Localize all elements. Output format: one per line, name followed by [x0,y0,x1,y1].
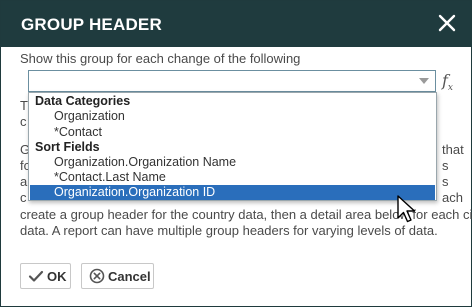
dialog-titlebar: GROUP HEADER [1,1,471,47]
group-field-select[interactable] [28,70,436,92]
field-dropdown-list: Data Categories Organization *Contact So… [28,92,437,201]
help-text-line: data. A report can have multiple group h… [20,223,438,238]
help-text-line: s [442,158,449,173]
close-icon[interactable] [437,13,457,33]
cancel-button-label: Cancel [108,269,151,284]
help-text-line: a [20,174,28,189]
dropdown-option-contact-last-name[interactable]: *Contact.Last Name [30,170,435,185]
dropdown-option-organization-id[interactable]: Organization.Organization ID [30,185,435,200]
group-prompt-label: Show this group for each change of the f… [20,51,301,66]
group-header-dialog: GROUP HEADER Show this group for each ch… [0,0,472,307]
dropdown-option-contact[interactable]: *Contact [30,125,435,140]
dropdown-option-organization-name[interactable]: Organization.Organization Name [30,155,435,170]
help-text-line: T [20,98,28,113]
help-text-line: that [442,142,464,157]
cancel-button[interactable]: Cancel [81,263,154,289]
help-text-line: s [442,174,449,189]
help-text-line: c [20,190,27,205]
help-text-line: c [20,114,27,129]
help-text-line: ach [442,190,463,205]
ok-button[interactable]: OK [20,263,71,289]
mouse-pointer-icon [397,195,416,223]
dropdown-group-data-categories: Data Categories [35,94,131,108]
dropdown-option-organization[interactable]: Organization [30,109,435,124]
cancel-circle-icon [89,268,105,284]
checkmark-icon [28,270,44,282]
dialog-title: GROUP HEADER [21,15,162,34]
dropdown-group-sort-fields: Sort Fields [35,140,100,154]
function-icon[interactable]: fx [442,71,453,93]
ok-button-label: OK [47,269,67,284]
chevron-down-icon[interactable] [419,78,429,84]
